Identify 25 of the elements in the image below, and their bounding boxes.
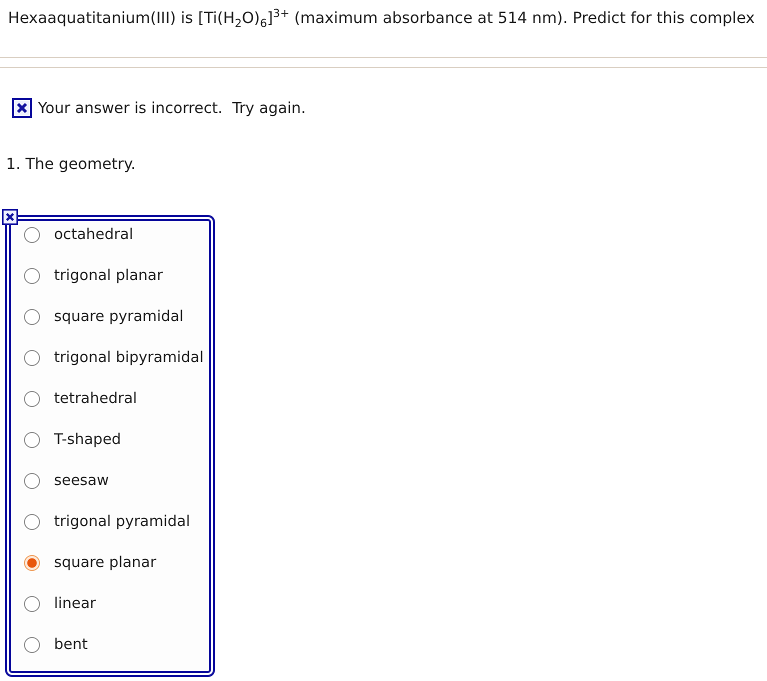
option-label[interactable]: T-shaped [54, 430, 122, 450]
option-label[interactable]: trigonal planar [54, 266, 163, 286]
option-label[interactable]: tetrahedral [54, 389, 137, 409]
radio-button[interactable] [24, 268, 40, 284]
question-prompt: 1. The geometry. [6, 154, 137, 174]
radio-button[interactable] [24, 227, 40, 243]
option-label[interactable]: octahedral [54, 225, 134, 245]
option-label[interactable]: linear [54, 594, 96, 614]
radio-button[interactable] [24, 309, 40, 325]
radio-button[interactable] [24, 514, 40, 530]
option-label[interactable]: seesaw [54, 471, 109, 491]
option-label[interactable]: trigonal pyramidal [54, 512, 190, 532]
option-label[interactable]: square planar [54, 553, 156, 573]
feedback-text: Your answer is incorrect. Try again. [38, 98, 306, 118]
radio-button[interactable] [24, 637, 40, 653]
option-label[interactable]: bent [54, 635, 88, 655]
radio-button[interactable] [24, 555, 40, 571]
radio-button[interactable] [24, 350, 40, 366]
radio-button[interactable] [24, 596, 40, 612]
option-label[interactable]: trigonal bipyramidal [54, 348, 204, 368]
radio-button[interactable] [24, 473, 40, 489]
radio-button[interactable] [24, 432, 40, 448]
radio-button[interactable] [24, 391, 40, 407]
question-text: Hexaaquatitanium(III) is [Ti(H$_{2}$O)$_{6}$]$^{3+}$ (maximum absorbance at 514 nm). Predict for this complex [8, 8, 756, 28]
option-label[interactable]: square pyramidal [54, 307, 184, 327]
